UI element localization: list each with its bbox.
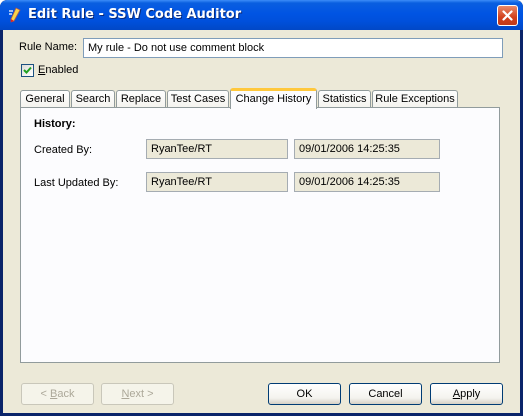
- window-title: Edit Rule - SSW Code Auditor: [28, 7, 242, 22]
- tab-statistics[interactable]: Statistics: [318, 90, 371, 108]
- created-date-field[interactable]: 09/01/2006 14:25:35: [294, 139, 440, 159]
- tab-search[interactable]: Search: [71, 90, 115, 108]
- cancel-button[interactable]: Cancel: [349, 383, 422, 405]
- rule-name-input[interactable]: My rule - Do not use comment block: [83, 38, 503, 58]
- rule-name-label: Rule Name:: [19, 41, 78, 53]
- last-updated-by-field[interactable]: RyanTee/RT: [146, 172, 288, 192]
- dialog-body: Rule Name: My rule - Do not use comment …: [3, 30, 520, 413]
- close-icon: [502, 10, 513, 21]
- tab-general[interactable]: General: [20, 90, 70, 108]
- tab-test-cases[interactable]: Test Cases: [167, 90, 229, 108]
- next-button[interactable]: Next >: [101, 383, 174, 405]
- tab-rule-exceptions[interactable]: Rule Exceptions: [372, 90, 458, 108]
- history-heading: History:: [34, 118, 76, 130]
- tab-replace[interactable]: Replace: [116, 90, 166, 108]
- change-history-panel: History: Created By: RyanTee/RT 09/01/20…: [20, 107, 500, 363]
- enabled-checkbox[interactable]: [21, 64, 34, 77]
- checkmark-icon: [23, 66, 32, 74]
- ok-button[interactable]: OK: [268, 383, 341, 405]
- created-by-label: Created By:: [34, 144, 93, 156]
- enabled-label-text: Enabled: [38, 64, 79, 76]
- last-updated-date-field[interactable]: 09/01/2006 14:25:35: [294, 172, 440, 192]
- tab-change-history[interactable]: Change History: [230, 88, 317, 109]
- back-button[interactable]: < Back: [21, 383, 94, 405]
- last-updated-label: Last Updated By:: [34, 177, 119, 189]
- title-bar[interactable]: Edit Rule - SSW Code Auditor: [0, 0, 523, 30]
- close-button[interactable]: [497, 5, 518, 26]
- enabled-label[interactable]: Enabled: [38, 64, 78, 76]
- code-auditor-icon: [9, 7, 21, 23]
- dialog-window: Edit Rule - SSW Code Auditor Rule Name: …: [0, 0, 523, 416]
- apply-button[interactable]: Apply: [430, 383, 503, 405]
- created-by-field[interactable]: RyanTee/RT: [146, 139, 288, 159]
